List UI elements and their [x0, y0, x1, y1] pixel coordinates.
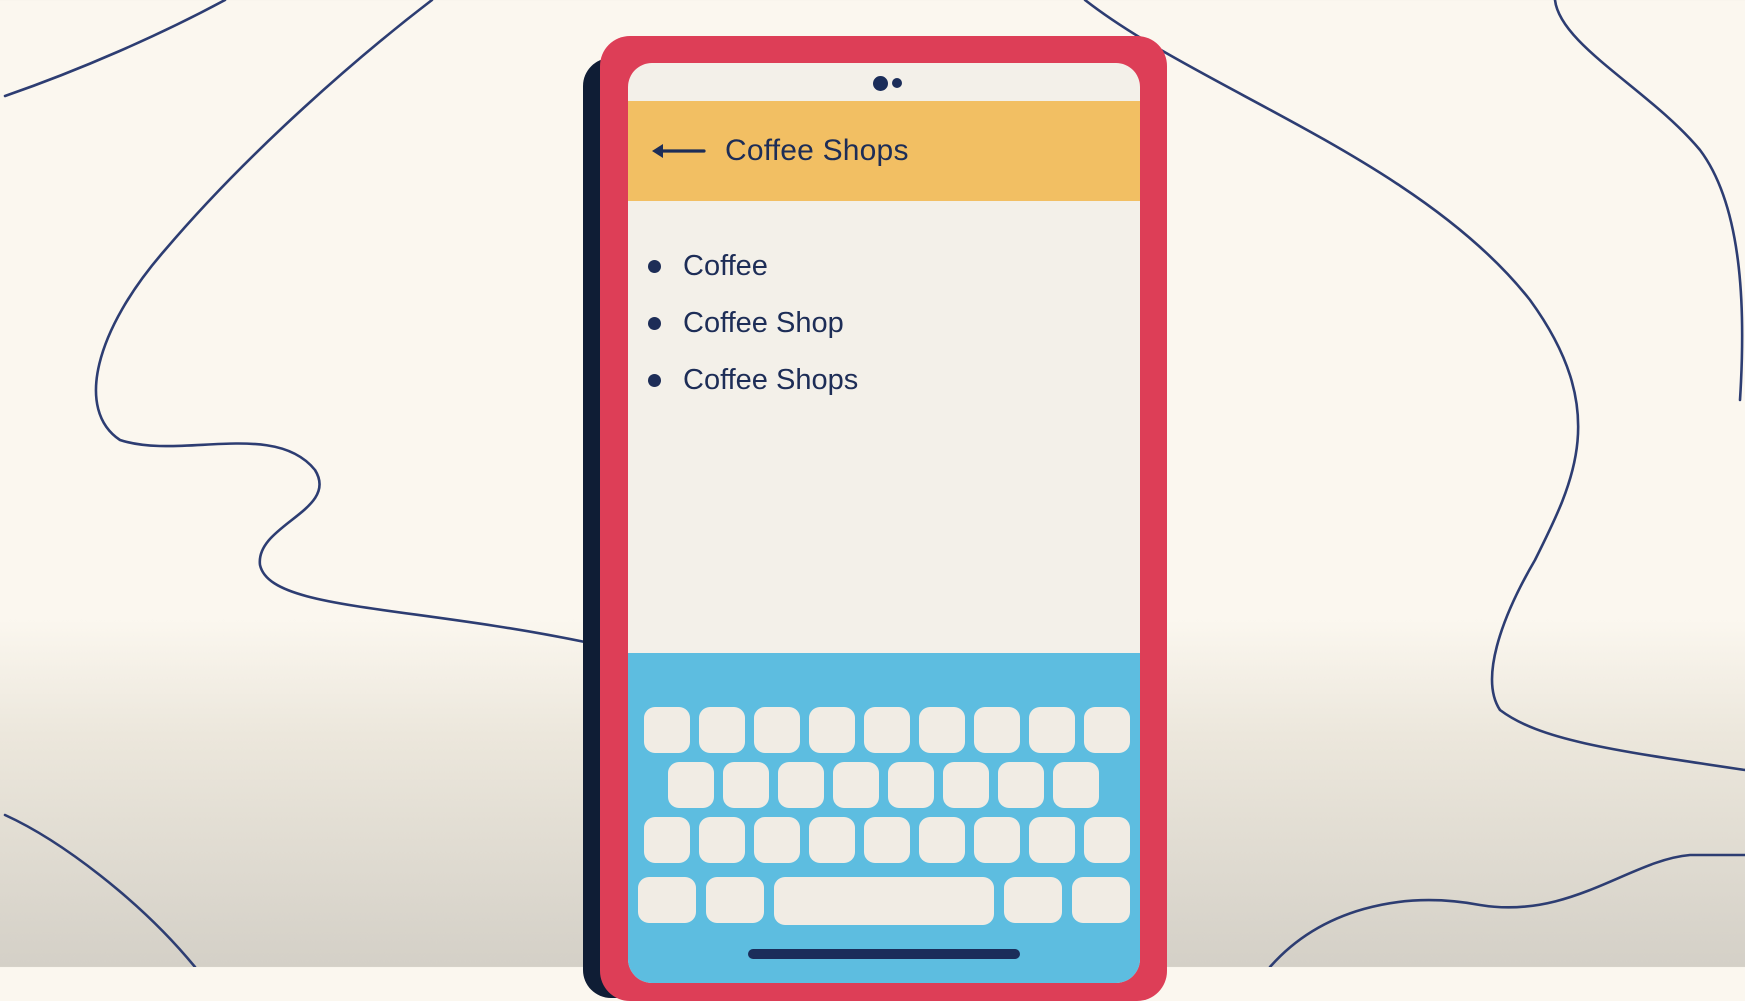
keyboard-key[interactable] [919, 817, 965, 863]
search-suggestions-list: Coffee Coffee Shop Coffee Shops [648, 238, 858, 409]
line-bottom-left [3, 813, 197, 967]
keyboard-key[interactable] [644, 707, 690, 753]
on-screen-keyboard [628, 653, 1140, 983]
keyboard-key[interactable] [809, 817, 855, 863]
keyboard-key[interactable] [1029, 707, 1075, 753]
keyboard-key[interactable] [723, 762, 769, 808]
keyboard-key[interactable] [974, 817, 1020, 863]
keyboard-key[interactable] [644, 817, 690, 863]
keyboard-key[interactable] [778, 762, 824, 808]
keyboard-key[interactable] [638, 877, 696, 923]
keyboard-key[interactable] [1029, 817, 1075, 863]
keyboard-key[interactable] [1072, 877, 1130, 923]
page-title: Coffee Shops [725, 134, 909, 167]
keyboard-key[interactable] [1053, 762, 1099, 808]
keyboard-key[interactable] [754, 817, 800, 863]
list-item[interactable]: Coffee Shops [648, 352, 858, 409]
line-top-right [1553, 0, 1744, 402]
keyboard-key[interactable] [699, 707, 745, 753]
keyboard-key[interactable] [809, 707, 855, 753]
bullet-icon [648, 317, 661, 330]
line-right-shape [1083, 0, 1745, 772]
space-key[interactable] [774, 877, 994, 925]
keyboard-row-1 [644, 707, 1130, 753]
keyboard-row-2 [668, 762, 1099, 808]
phone-screen: Coffee Shops Coffee Coffee Shop Coffee S… [628, 63, 1140, 983]
keyboard-key[interactable] [1084, 707, 1130, 753]
keyboard-key[interactable] [1004, 877, 1062, 923]
list-item-label: Coffee Shop [683, 307, 844, 339]
list-item-label: Coffee Shops [683, 364, 859, 396]
arrow-left-icon [652, 144, 706, 158]
keyboard-key[interactable] [864, 817, 910, 863]
bullet-icon [648, 260, 661, 273]
keyboard-key[interactable] [864, 707, 910, 753]
keyboard-row-4 [638, 877, 1130, 925]
camera-lens-icon [873, 75, 888, 91]
keyboard-key[interactable] [668, 762, 714, 808]
list-item[interactable]: Coffee Shop [648, 295, 858, 352]
list-item-label: Coffee [683, 250, 768, 282]
keyboard-key[interactable] [706, 877, 764, 923]
camera-sensor-icon [892, 78, 902, 88]
keyboard-row-3 [644, 817, 1130, 863]
home-indicator[interactable] [748, 949, 1020, 959]
keyboard-key[interactable] [888, 762, 934, 808]
keyboard-key[interactable] [754, 707, 800, 753]
bullet-icon [648, 374, 661, 387]
keyboard-key[interactable] [833, 762, 879, 808]
app-header: Coffee Shops [628, 101, 1140, 201]
keyboard-key[interactable] [974, 707, 1020, 753]
keyboard-key[interactable] [998, 762, 1044, 808]
list-item[interactable]: Coffee [648, 238, 858, 295]
keyboard-key[interactable] [699, 817, 745, 863]
line-left-loop [3, 0, 587, 644]
front-camera [873, 75, 902, 91]
keyboard-key[interactable] [919, 707, 965, 753]
keyboard-key[interactable] [943, 762, 989, 808]
back-button[interactable] [643, 121, 713, 181]
keyboard-key[interactable] [1084, 817, 1130, 863]
line-bottom-right [1268, 853, 1745, 967]
